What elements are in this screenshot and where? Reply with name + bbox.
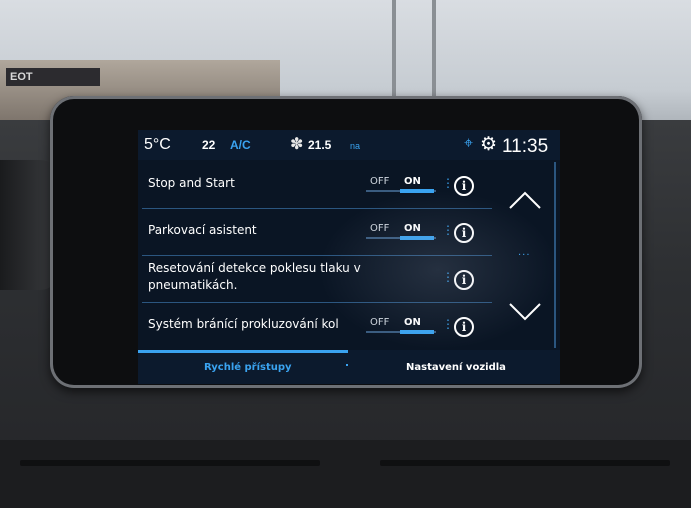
- toggle-on-label[interactable]: ON: [404, 223, 421, 234]
- stop-start-toggle[interactable]: OFF ON: [366, 174, 436, 196]
- info-icon[interactable]: i: [454, 270, 474, 290]
- separator-dots: ⋮: [442, 223, 454, 237]
- air-vent: [20, 460, 320, 466]
- toggle-off-label[interactable]: OFF: [370, 317, 389, 328]
- tab-vehicle-settings[interactable]: Nastavení vozidla: [406, 362, 506, 373]
- list-item-parking-assist: Parkovací asistent OFF ON ⋮ i: [138, 209, 498, 255]
- traction-control-toggle[interactable]: OFF ON: [366, 315, 436, 337]
- toggle-active-indicator: [400, 330, 434, 334]
- parking-assist-toggle[interactable]: OFF ON: [366, 221, 436, 243]
- toggle-off-label[interactable]: OFF: [370, 176, 389, 187]
- separator-dots: ⋮: [442, 270, 454, 284]
- chevron-down-icon: [509, 303, 541, 321]
- separator-dots: ⋮: [442, 317, 454, 331]
- dashboard-lower: [0, 440, 691, 508]
- scroll-track[interactable]: [554, 162, 556, 348]
- setting-label: Parkovací asistent: [148, 223, 257, 237]
- status-bar: 5°C 22 A/C ✽ 21.5 na ⌖ ⚙ 11:35: [138, 130, 560, 160]
- scroll-controls: ···: [502, 162, 560, 348]
- setting-label: Systém bránící prokluzování kol: [148, 317, 339, 331]
- ac-temperature[interactable]: 22: [202, 138, 215, 152]
- fan-icon[interactable]: ✽: [290, 134, 303, 154]
- list-item-stop-and-start: Stop and Start OFF ON ⋮ i: [138, 162, 498, 208]
- scroll-up-button[interactable]: [508, 190, 542, 210]
- scroll-down-button[interactable]: [508, 302, 542, 322]
- street-pole: [392, 0, 396, 110]
- tab-separator: [346, 364, 348, 366]
- cabin-unit: na: [350, 141, 361, 151]
- list-item-tire-pressure-reset[interactable]: Resetování detekce poklesu tlaku v pneum…: [138, 256, 498, 302]
- setting-label-line1: Resetování detekce poklesu tlaku v: [148, 261, 361, 275]
- setting-label-line2: pneumatikách.: [148, 278, 238, 292]
- location-pin-icon[interactable]: ⌖: [464, 135, 473, 153]
- active-tab-indicator: [138, 350, 348, 353]
- separator-dots: ⋮: [442, 176, 454, 190]
- info-icon[interactable]: i: [454, 317, 474, 337]
- setting-label: Stop and Start: [148, 176, 235, 190]
- outside-temperature: 5°C: [144, 136, 171, 153]
- chevron-up-icon: [509, 191, 541, 209]
- clock: 11:35: [502, 136, 549, 157]
- toggle-active-indicator: [400, 189, 434, 193]
- tab-quick-access[interactable]: Rychlé přístupy: [204, 362, 292, 373]
- info-icon[interactable]: i: [454, 176, 474, 196]
- ac-label[interactable]: A/C: [230, 138, 251, 152]
- toggle-off-label[interactable]: OFF: [370, 223, 389, 234]
- info-icon[interactable]: i: [454, 223, 474, 243]
- toggle-active-indicator: [400, 236, 434, 240]
- street-pole: [432, 0, 436, 110]
- cabin-temperature[interactable]: 21.5: [308, 138, 331, 152]
- bottom-tabs: Rychlé přístupy Nastavení vozidla: [138, 350, 560, 384]
- toggle-on-label[interactable]: ON: [404, 317, 421, 328]
- gear-icon[interactable]: ⚙: [480, 133, 497, 156]
- list-item-traction-control: Systém bránící prokluzování kol OFF ON ⋮…: [138, 303, 498, 349]
- scroll-position-dots: ···: [518, 250, 531, 261]
- infotainment-screen: 5°C 22 A/C ✽ 21.5 na ⌖ ⚙ 11:35 Stop and …: [138, 130, 560, 384]
- air-vent: [380, 460, 670, 466]
- toggle-on-label[interactable]: ON: [404, 176, 421, 187]
- building-sign: EOT: [6, 68, 100, 86]
